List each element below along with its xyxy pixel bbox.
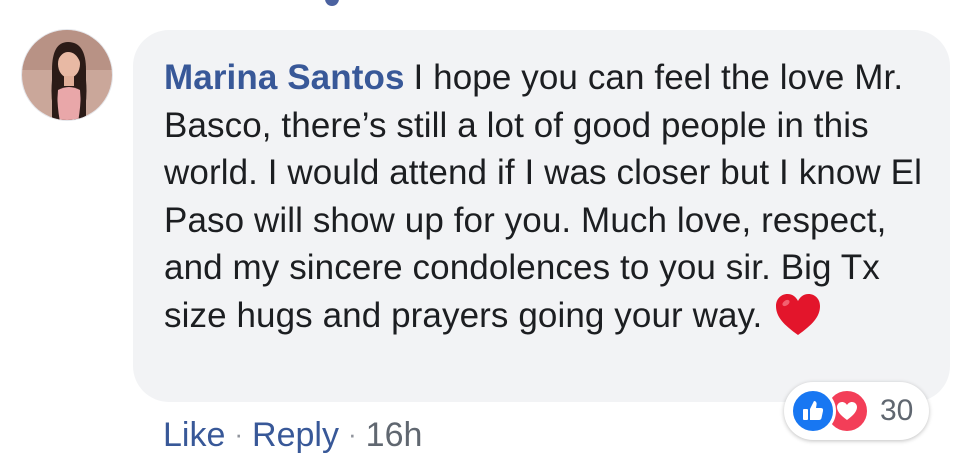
comment-body: Marina Santos I hope you can feel the lov… <box>164 54 934 339</box>
reaction-count: 30 <box>880 394 914 427</box>
like-link[interactable]: Like <box>163 416 225 454</box>
previous-comment-edge <box>325 0 339 6</box>
reactions-summary[interactable]: 30 <box>784 382 930 440</box>
avatar[interactable] <box>21 29 113 121</box>
red-heart-emoji-icon <box>774 293 822 337</box>
separator-dot: · <box>234 419 244 449</box>
separator-dot: · <box>347 419 357 449</box>
comment-bubble: Marina Santos I hope you can feel the lov… <box>133 30 950 402</box>
comment-actions: Like · Reply · 16h <box>163 412 422 457</box>
comment-author-name[interactable]: Marina Santos <box>164 58 405 97</box>
avatar-photo <box>22 30 112 120</box>
reply-link[interactable]: Reply <box>252 416 339 454</box>
like-reaction-icon <box>790 388 836 434</box>
comment-timestamp[interactable]: 16h <box>366 416 423 454</box>
